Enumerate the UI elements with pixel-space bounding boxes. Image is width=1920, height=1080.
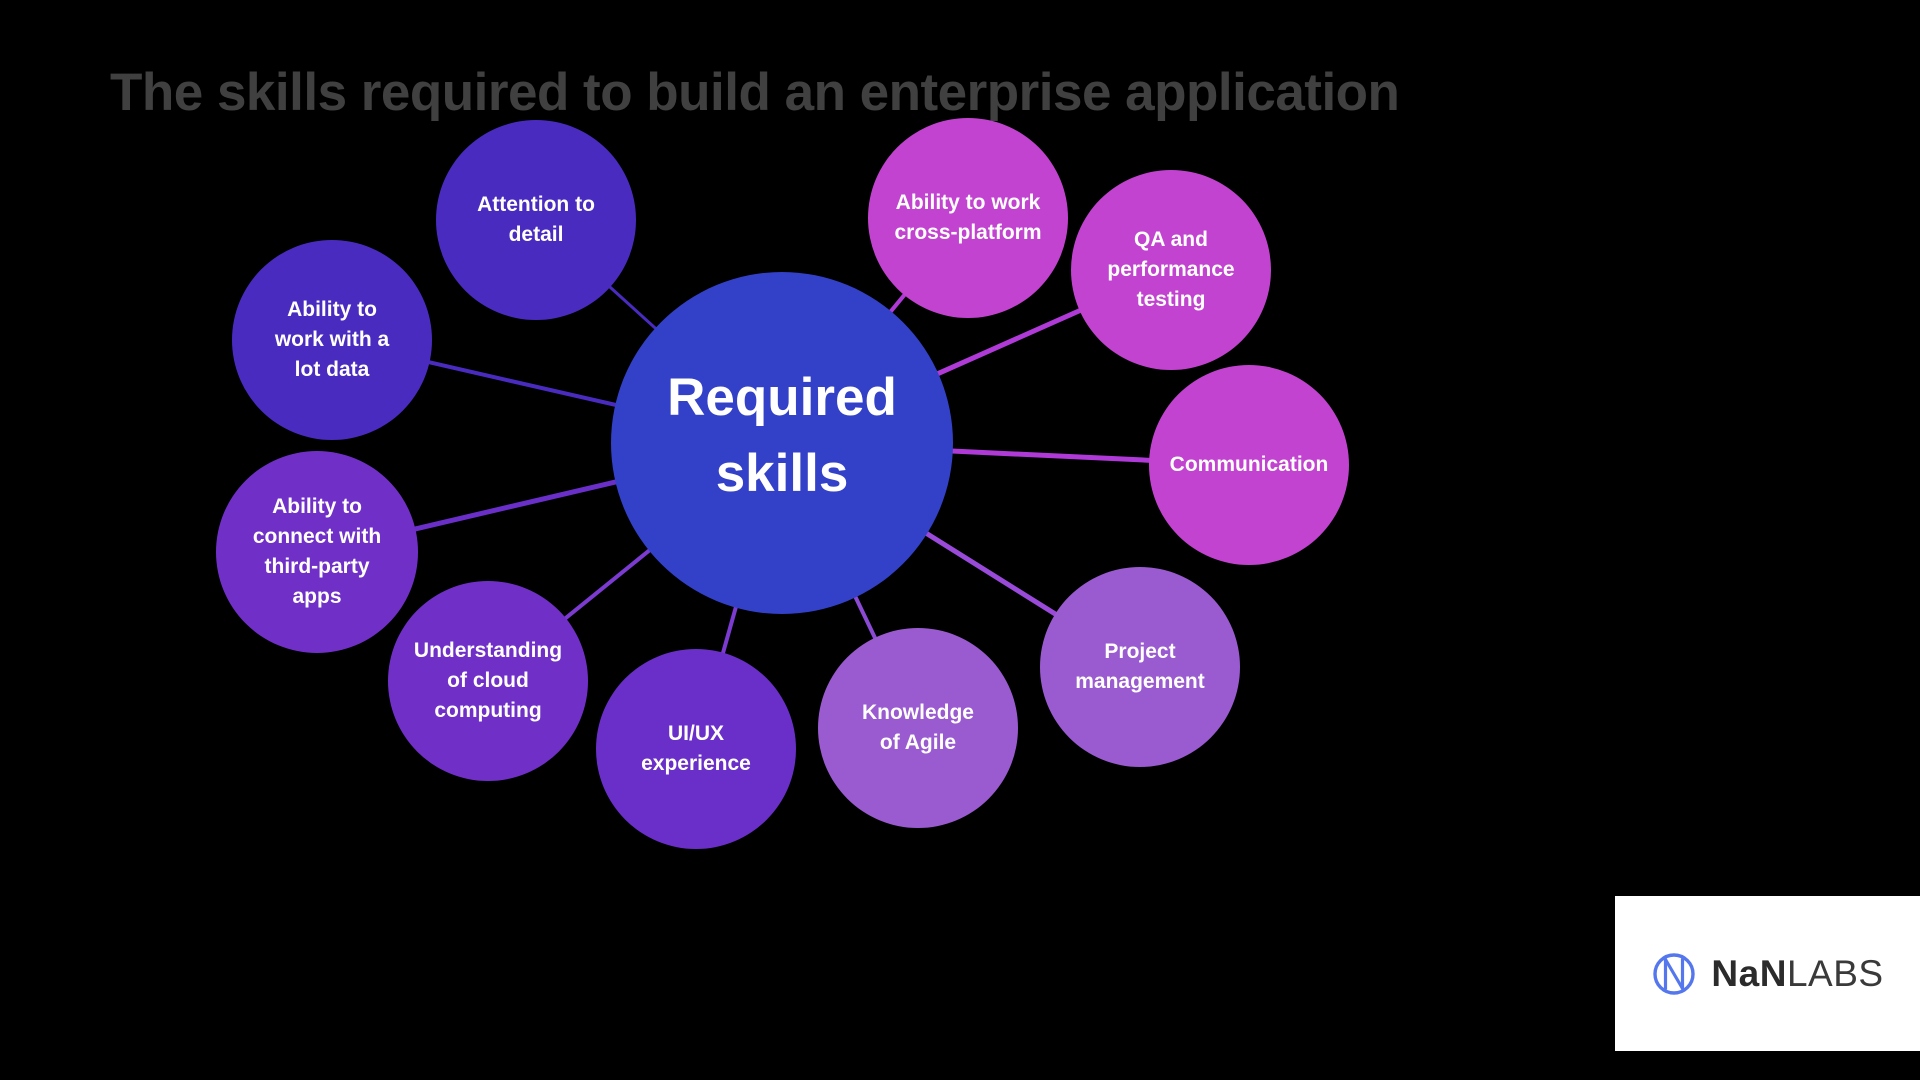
- connector-line-project-management: [906, 519, 1058, 617]
- skill-node-ability-to-work-with-a-lot-data[interactable]: Ability to work with a lot data: [232, 240, 432, 440]
- skill-node-attention-to-detail[interactable]: Attention to detail: [436, 120, 636, 320]
- skill-node-knowledge-of-agile[interactable]: Knowledge of Agile: [818, 628, 1018, 828]
- skill-node-understanding-of-cloud-computing[interactable]: Understanding of cloud computing: [388, 581, 588, 781]
- node-circle-ability-to-work-cross-platform: [868, 118, 1068, 318]
- nanlabs-wordmark: NaNLABS: [1711, 953, 1883, 995]
- hub-node-layer: Required skills: [611, 272, 953, 614]
- node-circle-knowledge-of-agile: [818, 628, 1018, 828]
- skill-node-ability-to-connect-with-third-party-apps[interactable]: Ability to connect with third-party apps: [216, 451, 418, 653]
- node-circle-project-management: [1040, 567, 1240, 767]
- connector-line-qa-and-performance-testing: [917, 307, 1082, 385]
- skill-node-ability-to-work-cross-platform[interactable]: Ability to work cross-platform: [868, 118, 1068, 318]
- skill-node-project-management[interactable]: Project management: [1040, 567, 1240, 767]
- node-label-communication: Communication: [1170, 453, 1329, 476]
- skill-node-qa-and-performance-testing[interactable]: QA and performance testing: [1071, 170, 1271, 370]
- hub-circle: [611, 272, 953, 614]
- nanlabs-logo: NaNLABS: [1615, 896, 1920, 1051]
- logo-name-bold: NaN: [1711, 952, 1787, 994]
- node-circle-ability-to-connect-with-third-party-apps: [216, 451, 418, 653]
- node-circle-attention-to-detail: [436, 120, 636, 320]
- node-circle-ui-ux-experience: [596, 649, 796, 849]
- skill-node-communication[interactable]: Communication: [1149, 365, 1349, 565]
- hub-node-required-skills[interactable]: Required skills: [611, 272, 953, 614]
- nanlabs-circle-n-icon: [1653, 952, 1696, 995]
- connector-line-ability-to-connect-with-third-party-apps: [413, 474, 638, 532]
- logo-name-light: LABS: [1786, 952, 1884, 994]
- connector-line-communication: [930, 447, 1151, 463]
- connector-line-ability-to-work-with-a-lot-data: [428, 360, 638, 412]
- slide-canvas: The skills required to build an enterpri…: [0, 0, 1920, 1080]
- skill-node-ui-ux-experience[interactable]: UI/UX experience: [596, 649, 796, 849]
